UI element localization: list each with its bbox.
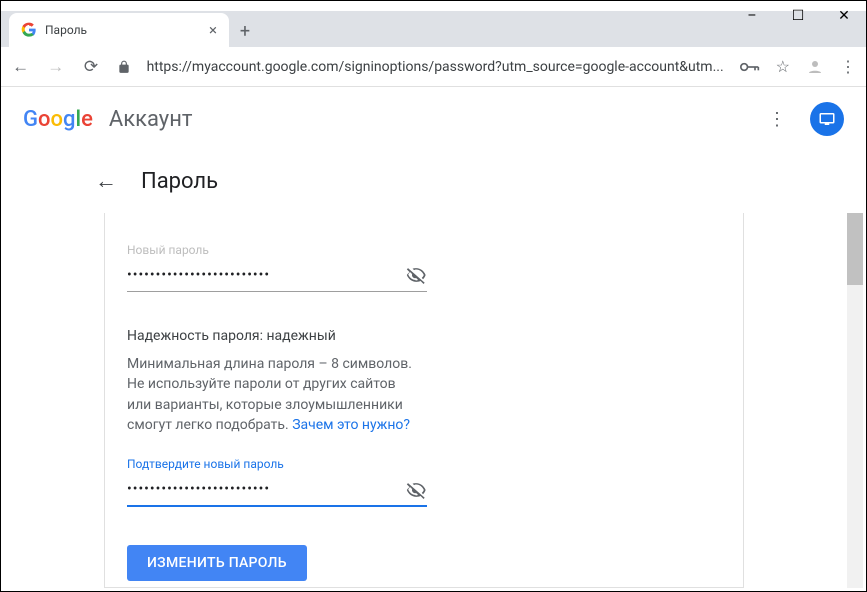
new-password-input[interactable]: •••••••••••••••••••••••••	[127, 267, 427, 292]
forward-icon: →	[46, 57, 65, 77]
window-close[interactable]: ✕	[821, 0, 867, 32]
address-bar: ← → ⟳ https://myaccount.google.com/signi…	[1, 47, 866, 87]
google-favicon	[21, 22, 37, 38]
confirm-password-field[interactable]: Подтвердите новый пароль •••••••••••••••…	[127, 457, 427, 507]
password-help-text: Минимальная длина пароля – 8 символов. Н…	[127, 354, 417, 435]
scrollbar-thumb[interactable]	[847, 213, 863, 285]
window-maximize[interactable]: ☐	[775, 0, 821, 32]
app-title: Аккаунт	[109, 107, 193, 132]
new-password-field[interactable]: Новый пароль •••••••••••••••••••••••••	[127, 243, 427, 292]
password-strength: Надежность пароля: надежный	[127, 328, 427, 344]
app-header: Google Аккаунт ⋮	[1, 87, 866, 151]
browser-tab[interactable]: Пароль ×	[9, 13, 229, 47]
star-icon[interactable]: ☆	[776, 57, 790, 76]
back-arrow-icon[interactable]: ←	[95, 168, 117, 194]
google-logo[interactable]: Google	[23, 107, 93, 132]
kebab-menu-icon[interactable]: ⋮	[840, 57, 856, 76]
profile-icon[interactable]	[806, 58, 824, 76]
visibility-off-icon[interactable]	[405, 264, 427, 286]
lock-icon[interactable]	[117, 60, 131, 74]
page-title: Пароль	[141, 169, 218, 194]
back-icon[interactable]: ←	[11, 57, 30, 77]
visibility-off-icon[interactable]	[405, 479, 427, 501]
why-link[interactable]: Зачем это нужно?	[292, 417, 410, 433]
account-avatar[interactable]	[810, 102, 844, 136]
url-display[interactable]: https://myaccount.google.com/signinoptio…	[147, 59, 724, 75]
confirm-password-label: Подтвердите новый пароль	[127, 457, 427, 471]
new-password-label: Новый пароль	[127, 243, 427, 257]
options-menu-icon[interactable]: ⋮	[760, 101, 794, 138]
key-icon[interactable]	[740, 61, 760, 73]
password-card: Новый пароль ••••••••••••••••••••••••• Н…	[104, 213, 744, 588]
page-title-bar: ← Пароль	[1, 151, 866, 211]
tab-title: Пароль	[45, 23, 201, 37]
change-password-button[interactable]: ИЗМЕНИТЬ ПАРОЛЬ	[127, 545, 307, 581]
tab-close-icon[interactable]: ×	[209, 21, 217, 39]
confirm-password-input[interactable]: •••••••••••••••••••••••••	[127, 481, 427, 507]
new-tab-button[interactable]: +	[229, 15, 261, 47]
reload-icon[interactable]: ⟳	[81, 57, 100, 77]
window-minimize[interactable]: –	[729, 0, 775, 32]
scrollbar[interactable]	[847, 213, 863, 588]
